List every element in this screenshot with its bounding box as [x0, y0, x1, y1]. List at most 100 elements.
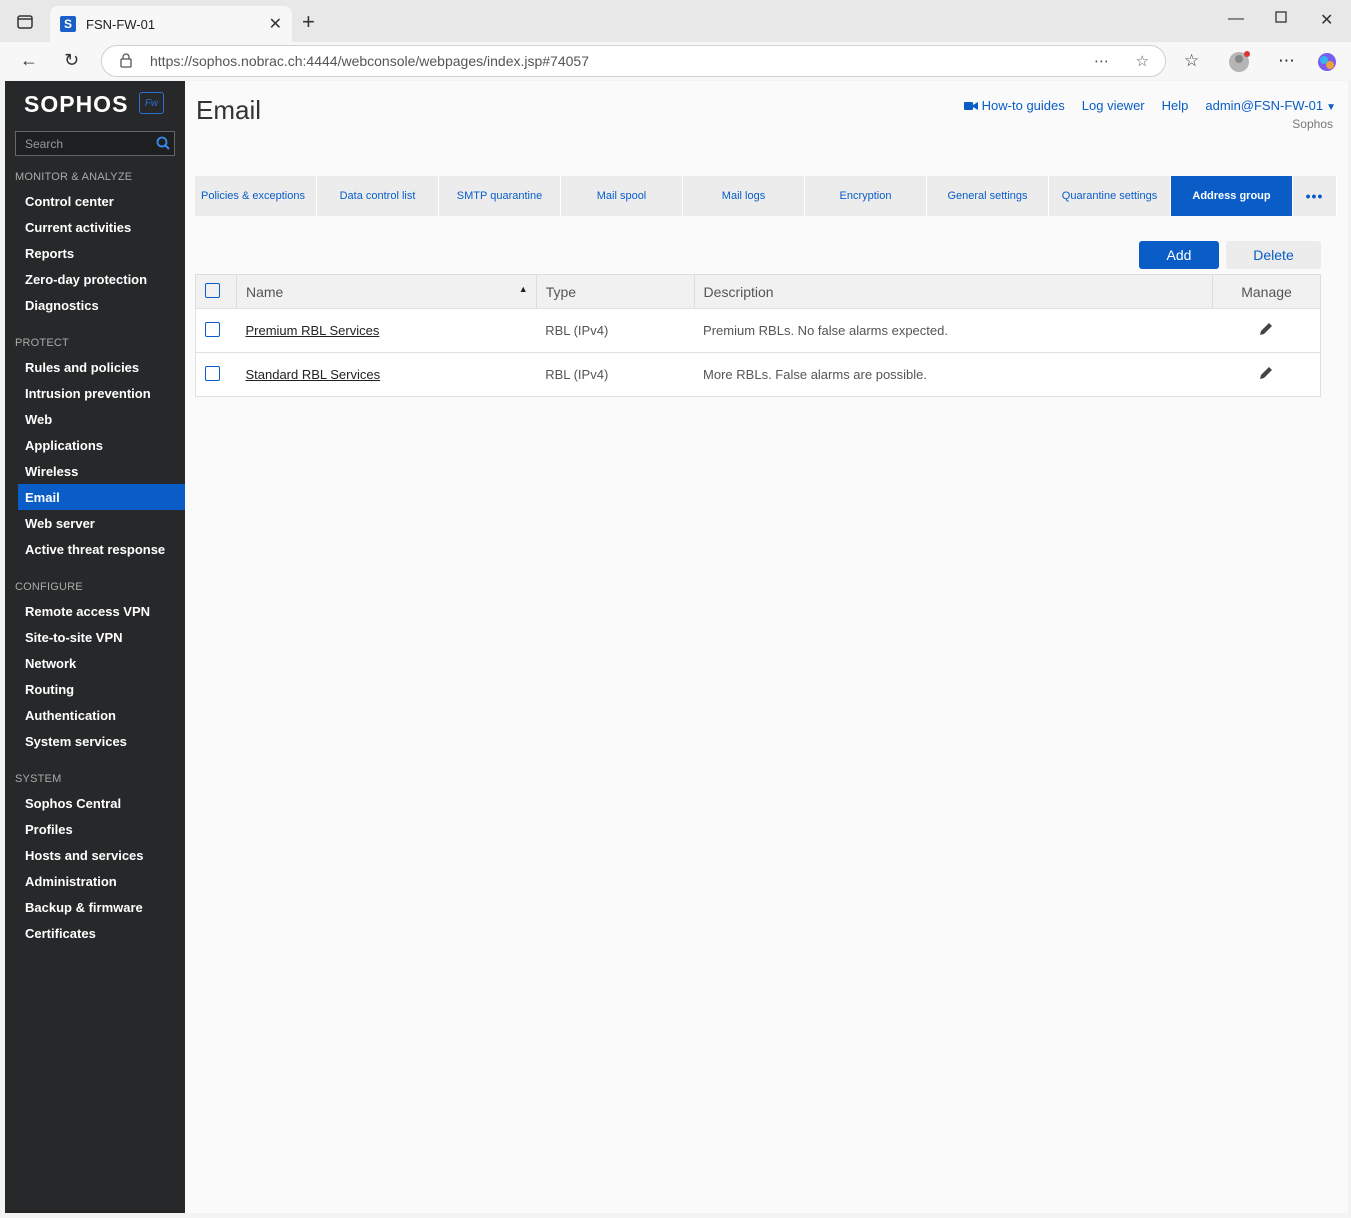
section-system: SYSTEM — [15, 773, 62, 785]
search-input[interactable]: Search — [15, 131, 175, 156]
row-checkbox[interactable] — [205, 365, 220, 381]
select-all-cell — [195, 274, 237, 309]
search-icon[interactable] — [156, 136, 170, 153]
sophos-logo: SOPHOS — [24, 91, 129, 117]
tab-bar: Policies & exceptions Data control list … — [195, 176, 1337, 216]
help-link[interactable]: Help — [1162, 98, 1189, 113]
column-description: Description — [694, 274, 1214, 309]
sidebar-item-sophos-central[interactable]: Sophos Central — [18, 790, 185, 816]
url-bar[interactable]: https://sophos.nobrac.ch:4444/webconsole… — [101, 45, 1166, 77]
video-camera-icon — [963, 102, 978, 110]
sort-ascending-icon[interactable]: ▲ — [519, 284, 528, 294]
sidebar-item-remote-access-vpn[interactable]: Remote access VPN — [18, 598, 185, 624]
sidebar-item-certificates[interactable]: Certificates — [18, 920, 185, 946]
section-protect: PROTECT — [15, 337, 69, 349]
sidebar-item-network[interactable]: Network — [18, 650, 185, 676]
back-icon[interactable]: ← — [20, 50, 38, 71]
column-name[interactable]: Name ▲ — [236, 274, 537, 309]
row-manage-cell — [1212, 352, 1321, 397]
tab-smtp-quarantine[interactable]: SMTP quarantine — [439, 176, 561, 216]
header-links: How-to guides Log viewer Help admin@FSN-… — [947, 98, 1336, 113]
row-type: RBL (IPv4) — [536, 352, 695, 397]
delete-button[interactable]: Delete — [1226, 241, 1321, 269]
row-select-cell — [195, 308, 237, 353]
read-aloud-icon[interactable]: ⋯ — [1094, 52, 1109, 70]
sophos-favicon-icon: S — [60, 16, 76, 32]
minimize-icon[interactable]: — — [1228, 10, 1244, 28]
more-menu-icon[interactable]: ⋯ — [1278, 51, 1295, 71]
chevron-down-icon: ▼ — [1326, 102, 1336, 113]
sidebar-item-site-to-site-vpn[interactable]: Site-to-site VPN — [18, 624, 185, 650]
row-description: More RBLs. False alarms are possible. — [694, 352, 1213, 397]
reload-icon[interactable]: ↻ — [64, 50, 79, 71]
add-button[interactable]: Add — [1139, 241, 1219, 269]
sidebar-item-rules-and-policies[interactable]: Rules and policies — [18, 354, 185, 380]
sidebar-item-zero-day-protection[interactable]: Zero-day protection — [18, 266, 185, 292]
row-checkbox[interactable] — [205, 321, 220, 337]
tab-actions-icon[interactable] — [14, 12, 36, 32]
close-window-icon[interactable]: ✕ — [1320, 10, 1333, 30]
close-tab-icon[interactable]: ✕ — [269, 14, 282, 34]
sidebar-item-intrusion-prevention[interactable]: Intrusion prevention — [18, 380, 185, 406]
main-content: Email How-to guides Log viewer Help admi… — [185, 81, 1348, 1213]
tab-title: FSN-FW-01 — [86, 16, 156, 32]
sidebar-item-applications[interactable]: Applications — [18, 432, 185, 458]
profile-avatar-icon[interactable] — [1228, 51, 1250, 78]
log-viewer-link[interactable]: Log viewer — [1082, 98, 1145, 113]
tab-encryption[interactable]: Encryption — [805, 176, 927, 216]
edit-pencil-icon[interactable] — [1258, 323, 1274, 340]
row-name-cell: Standard RBL Services — [236, 352, 537, 397]
row-type: RBL (IPv4) — [536, 308, 695, 353]
sidebar-item-administration[interactable]: Administration — [18, 868, 185, 894]
tab-policies-exceptions[interactable]: Policies & exceptions — [195, 176, 317, 216]
sidebar-item-backup-firmware[interactable]: Backup & firmware — [18, 894, 185, 920]
sidebar-item-routing[interactable]: Routing — [18, 676, 185, 702]
tab-address-group[interactable]: Address group — [1171, 176, 1293, 216]
new-tab-icon[interactable]: + — [302, 11, 315, 33]
browser-titlebar: S FSN-FW-01 ✕ + — ✕ — [0, 0, 1351, 42]
browser-tab[interactable]: S FSN-FW-01 ✕ — [50, 6, 292, 42]
section-monitor-analyze: MONITOR & ANALYZE — [15, 171, 133, 183]
sidebar-item-diagnostics[interactable]: Diagnostics — [18, 292, 185, 318]
edit-pencil-icon[interactable] — [1258, 367, 1274, 384]
tab-general-settings[interactable]: General settings — [927, 176, 1049, 216]
tab-data-control-list[interactable]: Data control list — [317, 176, 439, 216]
row-name-link[interactable]: Standard RBL Services — [245, 367, 380, 382]
sidebar-item-web-server[interactable]: Web server — [18, 510, 185, 536]
sidebar-item-current-activities[interactable]: Current activities — [18, 214, 185, 240]
maximize-icon[interactable] — [1275, 10, 1287, 28]
page-title: Email — [196, 95, 262, 125]
sidebar-item-wireless[interactable]: Wireless — [18, 458, 185, 484]
section-configure: CONFIGURE — [15, 581, 83, 593]
search-placeholder: Search — [25, 136, 64, 151]
sidebar-item-hosts-and-services[interactable]: Hosts and services — [18, 842, 185, 868]
more-tabs-icon[interactable]: ••• — [1293, 176, 1337, 216]
sidebar-item-web[interactable]: Web — [18, 406, 185, 432]
firewall-badge: Fw — [139, 92, 164, 114]
sidebar-item-email[interactable]: Email — [18, 484, 185, 510]
howto-guides-link[interactable]: How-to guides — [963, 98, 1065, 113]
user-menu[interactable]: admin@FSN-FW-01 ▼ — [1205, 98, 1336, 113]
sidebar-item-control-center[interactable]: Control center — [18, 188, 185, 214]
tab-mail-logs[interactable]: Mail logs — [683, 176, 805, 216]
sidebar: SOPHOS Fw Search MONITOR & ANALYZE Contr… — [5, 81, 185, 1213]
tab-quarantine-settings[interactable]: Quarantine settings — [1049, 176, 1171, 216]
howto-guides-label: How-to guides — [981, 98, 1065, 113]
row-manage-cell — [1212, 308, 1321, 353]
row-select-cell — [195, 352, 237, 397]
tab-mail-spool[interactable]: Mail spool — [561, 176, 683, 216]
column-type: Type — [536, 274, 695, 309]
sidebar-item-profiles[interactable]: Profiles — [18, 816, 185, 842]
sidebar-item-reports[interactable]: Reports — [18, 240, 185, 266]
sidebar-item-authentication[interactable]: Authentication — [18, 702, 185, 728]
copilot-icon[interactable] — [1316, 51, 1338, 78]
sidebar-item-system-services[interactable]: System services — [18, 728, 185, 754]
row-name-link[interactable]: Premium RBL Services — [245, 323, 379, 338]
sidebar-item-active-threat-response[interactable]: Active threat response — [18, 536, 185, 562]
favorite-star-icon[interactable]: ☆ — [1136, 52, 1149, 70]
table-header-row: Name ▲ Type Description Manage — [195, 274, 1321, 309]
org-name: Sophos — [1292, 117, 1333, 131]
table-row: Standard RBL Services RBL (IPv4) More RB… — [195, 352, 1321, 397]
select-all-checkbox[interactable] — [205, 282, 220, 298]
favorites-icon[interactable]: ☆ — [1184, 51, 1199, 71]
